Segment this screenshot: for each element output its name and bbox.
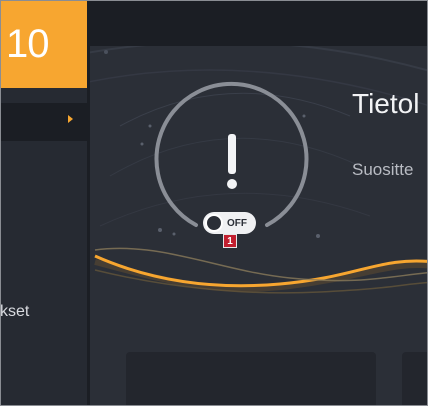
sidebar-item-active[interactable] <box>0 103 87 141</box>
feature-card[interactable] <box>126 352 376 406</box>
warning-icon <box>228 134 236 174</box>
chevron-right-icon <box>68 115 73 123</box>
feature-card[interactable] <box>402 352 428 406</box>
toggle-state-label: OFF <box>227 217 247 229</box>
toggle-knob <box>205 214 223 232</box>
info-subtitle: Suositte <box>352 160 414 179</box>
version-badge: 10 <box>0 0 87 88</box>
info-title: Tietol <box>352 88 420 119</box>
status-toggle[interactable]: OFF <box>203 212 256 234</box>
header-strip <box>90 0 428 46</box>
version-number: 10 <box>6 21 49 66</box>
sidebar-item-label[interactable]: kset <box>0 303 29 321</box>
annotation-marker: 1 <box>223 234 237 248</box>
sidebar: 10 kset <box>0 0 90 406</box>
main-panel: Tietol Suositte OFF 1 <box>90 46 428 406</box>
